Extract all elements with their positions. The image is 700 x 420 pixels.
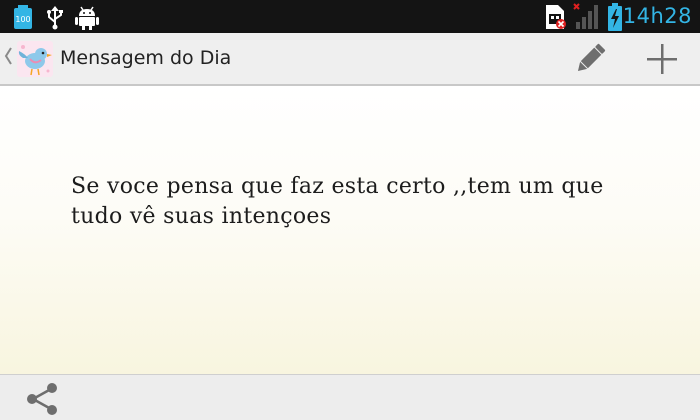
add-button[interactable] — [632, 33, 692, 85]
android-debug-icon — [75, 6, 99, 34]
share-icon — [25, 382, 59, 420]
charging-battery-icon — [607, 3, 623, 35]
usb-icon — [46, 6, 64, 34]
home-up-button[interactable] — [0, 33, 56, 85]
app-bird-icon — [17, 41, 53, 77]
status-bar: 100 14h28 — [0, 0, 700, 33]
share-button[interactable] — [22, 380, 62, 416]
up-caret-icon — [4, 47, 12, 70]
plus-icon — [646, 43, 678, 79]
bottom-bar — [0, 374, 700, 420]
signal-strength-icon — [572, 2, 602, 34]
status-clock: 14h28 — [622, 4, 692, 28]
message-text: Se voce pensa que faz esta certo ,,tem u… — [71, 174, 604, 229]
edit-button[interactable] — [560, 33, 620, 85]
message-area: Se voce pensa que faz esta certo ,,tem u… — [0, 86, 700, 374]
pencil-icon — [573, 42, 607, 80]
action-bar: Mensagem do Dia — [0, 33, 700, 86]
battery-100-icon: 100 — [12, 5, 34, 33]
app-title: Mensagem do Dia — [60, 47, 232, 69]
sim-error-icon — [543, 4, 567, 34]
battery-level-label: 100 — [15, 15, 30, 24]
